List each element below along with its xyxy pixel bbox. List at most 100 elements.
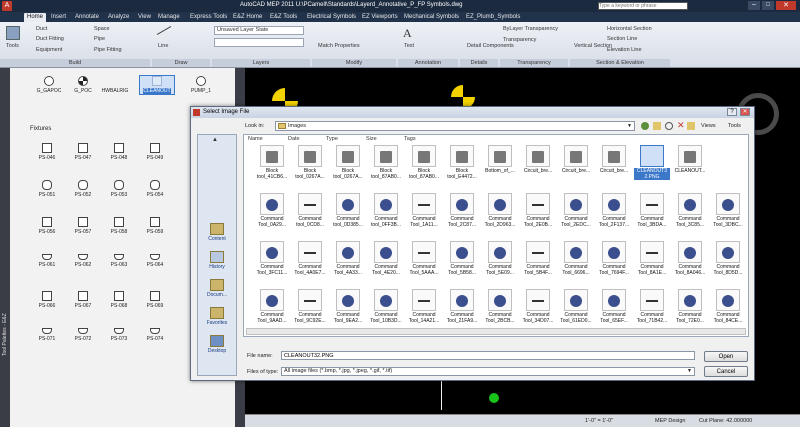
file-item[interactable]: Command Tool_14A21... <box>406 289 442 324</box>
places-scroll-up-icon[interactable]: ▲ <box>212 137 218 143</box>
maximize-icon[interactable]: □ <box>762 1 774 10</box>
place-favorites[interactable]: Favorites <box>198 307 236 326</box>
file-item[interactable]: Command Tool_5E09... <box>482 241 518 276</box>
palette-title-strip[interactable]: Tool Palettes - E&Z <box>0 68 10 427</box>
file-item[interactable]: Command Tool_9AAD... <box>254 289 290 324</box>
file-item[interactable]: Command Tool_3BDA... <box>634 193 670 228</box>
column-header-type[interactable]: Type <box>326 136 338 142</box>
dialog-title-bar[interactable]: Select Image File ? ✕ <box>191 107 754 118</box>
open-button[interactable]: Open <box>704 351 748 362</box>
file-item[interactable]: Command Tool_5B4F... <box>520 241 556 276</box>
close-icon[interactable]: ✕ <box>776 1 796 10</box>
horizontal-section-button[interactable]: Horizontal Section <box>607 26 652 32</box>
file-item[interactable]: Command Tool_2E0B... <box>520 193 556 228</box>
file-item[interactable]: Command Tool_21FA9... <box>444 289 480 324</box>
place-desktop[interactable]: Desktop <box>198 335 236 354</box>
column-header-tags[interactable]: Tags <box>404 136 416 142</box>
transparency-slider[interactable]: Transparency <box>503 37 536 43</box>
file-item[interactable]: Block tool_E4472... <box>444 145 480 180</box>
section-line-button[interactable]: Section Line <box>607 36 637 42</box>
fixture-item[interactable]: PS-062 <box>66 254 100 268</box>
equipment-button[interactable]: Equipment <box>36 47 62 53</box>
detail-components-button[interactable]: Detail Components <box>467 43 514 49</box>
fixture-item[interactable]: PS-046 <box>30 143 64 161</box>
file-item[interactable]: CLEANOUT3 2.PNG <box>634 145 670 180</box>
file-item[interactable]: Bottom_of_... <box>482 145 518 174</box>
fixture-item[interactable]: PS-064 <box>138 254 172 268</box>
tab-ez-plumb-symbols[interactable]: EZ_Plumb_Symbols <box>466 13 520 22</box>
delete-icon[interactable]: ✕ <box>677 120 685 131</box>
duct-fitting-button[interactable]: Duct Fitting <box>36 36 64 42</box>
palette-item-hwbalrig[interactable]: HWBALRIG <box>98 76 132 94</box>
look-in-dropdown[interactable]: Images ▼ <box>275 121 635 131</box>
palette-item-pump-1[interactable]: PUMP_1 <box>184 76 218 94</box>
tab-express-tools[interactable]: Express Tools <box>190 13 227 22</box>
text-icon[interactable]: A <box>403 26 412 41</box>
views-menu[interactable]: Views <box>701 123 716 129</box>
fixture-item[interactable]: PS-066 <box>30 291 64 309</box>
tab-annotate[interactable]: Annotate <box>75 13 99 22</box>
fixture-item[interactable]: PS-047 <box>66 143 100 161</box>
file-name-input[interactable] <box>281 351 695 360</box>
file-item[interactable]: Command Tool_1A11... <box>406 193 442 228</box>
tab-analyze[interactable]: Analyze <box>108 13 129 22</box>
file-item[interactable]: Command Tool_2D963... <box>482 193 518 228</box>
fixture-item[interactable]: PS-063 <box>102 254 136 268</box>
file-item[interactable]: Command tool_0FF3B... <box>368 193 404 228</box>
file-item[interactable]: Command Tool_3DBC... <box>710 193 746 228</box>
file-item[interactable]: Command Tool_72E0... <box>672 289 708 324</box>
layer-dropdown[interactable] <box>214 38 304 47</box>
file-item[interactable]: Command Tool_9C92E... <box>292 289 328 324</box>
fixture-item[interactable]: PS-059 <box>138 217 172 235</box>
file-item[interactable]: Command Tool_8A1E... <box>634 241 670 276</box>
file-item[interactable]: Command Tool_0A29... <box>254 193 290 228</box>
fixture-item[interactable]: PS-061 <box>30 254 64 268</box>
tab-ez-home[interactable]: E&Z Home <box>233 13 262 22</box>
file-item[interactable]: Command Tool_6696... <box>558 241 594 276</box>
match-properties-button[interactable]: Match Properties <box>318 43 360 49</box>
tools-label[interactable]: Tools <box>6 43 19 49</box>
file-item[interactable]: Command Tool_5B58... <box>444 241 480 276</box>
fixture-item[interactable]: PS-067 <box>66 291 100 309</box>
tools-menu[interactable]: Tools <box>728 123 741 129</box>
tab-home[interactable]: Home <box>24 13 47 22</box>
file-item[interactable]: Command tool_0CD8... <box>292 193 328 228</box>
annotation-scale[interactable]: 1'-0" = 1'-0" <box>585 418 613 424</box>
file-item[interactable]: Command Tool_5AAA... <box>406 241 442 276</box>
file-item[interactable]: Command Tool_65EF... <box>596 289 632 324</box>
close-icon[interactable]: ✕ <box>740 108 750 116</box>
file-item[interactable]: Command Tool_2F137... <box>596 193 632 228</box>
file-item[interactable]: Command Tool_7694F... <box>596 241 632 276</box>
tab-mechanical-symbols[interactable]: Mechanical Symbols <box>404 13 459 22</box>
minimize-icon[interactable]: – <box>748 1 760 10</box>
app-logo-icon[interactable]: A <box>2 1 12 11</box>
fixture-item[interactable]: PS-057 <box>66 217 100 235</box>
file-item[interactable]: Command Tool_4A0E7... <box>292 241 328 276</box>
place-content[interactable]: Content <box>198 223 236 242</box>
tab-ez-viewports[interactable]: EZ Viewports <box>362 13 398 22</box>
file-item[interactable]: Command Tool_4E20... <box>368 241 404 276</box>
fixture-item[interactable]: PS-071 <box>30 328 64 342</box>
file-item[interactable]: Block tool_87AB0... <box>406 145 442 180</box>
fixture-item[interactable]: PS-052 <box>66 180 100 198</box>
up-folder-icon[interactable] <box>653 122 661 130</box>
cancel-button[interactable]: Cancel <box>704 366 748 377</box>
fixture-item[interactable]: PS-068 <box>102 291 136 309</box>
line-button[interactable]: Line <box>158 43 168 49</box>
elevation-line-button[interactable]: Elevation Line <box>607 47 642 53</box>
file-item[interactable]: Command Tool_3C85... <box>672 193 708 228</box>
space-button[interactable]: Space <box>94 26 110 32</box>
fixture-item[interactable]: PS-049 <box>138 143 172 161</box>
file-item[interactable]: Command tool_0D385... <box>330 193 366 228</box>
pipe-fitting-button[interactable]: Pipe Fitting <box>94 47 122 53</box>
text-button[interactable]: Text <box>404 43 414 49</box>
file-item[interactable]: Command Tool_10B3D... <box>368 289 404 324</box>
duct-button[interactable]: Duct <box>36 26 47 32</box>
palette-item-g-poc[interactable]: G_POC <box>66 76 100 94</box>
file-item[interactable]: Block tool_87AB0... <box>368 145 404 180</box>
tab-view[interactable]: View <box>138 13 151 22</box>
file-item[interactable]: Command Tool_71B42... <box>634 289 670 324</box>
pipe-button[interactable]: Pipe <box>94 36 105 42</box>
column-header-date[interactable]: Date <box>288 136 300 142</box>
file-item[interactable]: Command Tool_9EA2... <box>330 289 366 324</box>
